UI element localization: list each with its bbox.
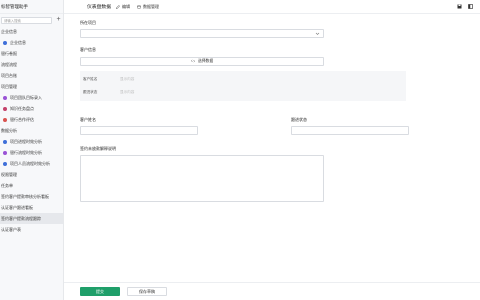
sidebar-item[interactable]: 知识任务盘点 <box>0 103 63 114</box>
notes-label: 签约未放款解释说明 <box>80 146 116 151</box>
sidebar-item-label: 银行流程时效分析 <box>10 150 42 155</box>
sidebar-item[interactable]: 项目人员流程时效分析 <box>0 158 63 169</box>
footer: 提交 保存草稿 <box>64 282 480 300</box>
sidebar-item[interactable]: 流程流程 <box>0 59 63 70</box>
sidebar-item-label: 认证客户表 <box>1 227 21 232</box>
sidebar-item[interactable]: 企业信息 <box>0 37 63 48</box>
sidebar-item-label: 企业信息 <box>1 29 17 34</box>
data-manage-button-label: 数据管理 <box>143 3 159 9</box>
edit-button-label: 编辑 <box>122 3 130 9</box>
sidebar-item-label: 知识任务盘点 <box>10 106 34 111</box>
link-icon <box>191 59 195 63</box>
sidebar-item[interactable]: 项目团队目标录入 <box>0 92 63 103</box>
status-dot-icon <box>3 150 7 155</box>
select-data-button-label: 选择数据 <box>197 59 214 63</box>
info-follow-status-value: 显示内容 <box>120 90 135 94</box>
sidebar-item-label: 项目台账 <box>1 73 17 78</box>
status-dot-icon <box>3 40 7 45</box>
status-dot-icon <box>3 161 7 166</box>
sidebar-item-label: 签约客户提款流程跟踪 <box>1 216 41 221</box>
sidebar-search-row: 请输入搜索 + <box>0 14 63 26</box>
database-icon <box>137 4 141 9</box>
select-data-button[interactable]: 选择数据 <box>80 57 324 66</box>
sidebar-item-label: 银行卷报 <box>1 51 17 56</box>
form: 所在项目 客户信息 选择数据 客户姓名 显示内容 跟进状态 显示内容 <box>80 20 406 101</box>
sidebar-item[interactable]: 认证客户跟进看板 <box>0 202 63 213</box>
edit-icon <box>116 4 120 9</box>
info-row-customer-name: 客户姓名 显示内容 <box>83 77 134 82</box>
sidebar-item-label: 项目进程时效分析 <box>10 139 42 144</box>
sidebar-item-label: 项目管理 <box>1 84 17 89</box>
sidebar-item[interactable]: 签约客户提款审核分析看板 <box>0 191 63 202</box>
notes-field-group: 签约未放款解释说明 <box>80 146 324 202</box>
sidebar-search-input[interactable]: 请输入搜索 <box>1 16 52 24</box>
sidebar-item-label: 项目团队目标录入 <box>10 95 42 100</box>
sidebar-item[interactable]: 认证客户表 <box>0 224 63 235</box>
project-select[interactable] <box>80 29 324 38</box>
notes-textarea[interactable] <box>80 155 324 202</box>
sidebar-item-label: 权限管理 <box>1 172 17 177</box>
edit-button[interactable]: 编辑 <box>116 4 130 10</box>
customer-info-label: 客户信息 <box>80 47 96 52</box>
follow-status-field-group: 跟进状态 <box>291 117 409 135</box>
sidebar-item[interactable]: 项目管理 <box>0 81 63 92</box>
sidebar-item-label: 流程流程 <box>1 62 17 67</box>
sidebar-item[interactable]: 权限管理 <box>0 169 63 180</box>
customer-name-field-label: 客户姓名 <box>80 117 96 122</box>
sidebar-item-label: 认证客户跟进看板 <box>1 205 33 210</box>
follow-status-input[interactable] <box>291 126 409 135</box>
layout-icon[interactable] <box>468 4 473 9</box>
sidebar-item-label: 数据分析 <box>1 128 17 133</box>
toolbar-right <box>457 4 473 9</box>
info-follow-status-label: 跟进状态 <box>83 90 98 94</box>
info-customer-name-label: 客户姓名 <box>83 77 98 81</box>
info-row-follow-status: 跟进状态 显示内容 <box>83 90 134 95</box>
status-dot-icon <box>3 106 7 111</box>
save-draft-button[interactable]: 保存草稿 <box>127 287 167 296</box>
toolbar-title: 仪表盘数据 <box>87 5 111 10</box>
add-button[interactable]: + <box>55 16 62 24</box>
save-icon[interactable] <box>457 4 462 9</box>
sidebar-item[interactable]: 银行卷报 <box>0 48 63 59</box>
sidebar-item[interactable]: 项目进程时效分析 <box>0 136 63 147</box>
sidebar-item[interactable]: 任务单 <box>0 180 63 191</box>
sidebar-item[interactable]: 银行流程时效分析 <box>0 147 63 158</box>
submit-button[interactable]: 提交 <box>80 287 120 296</box>
chevron-down-icon <box>315 32 320 35</box>
sidebar: 标智管理助手 请输入搜索 + 企业信息 企业信息 银行卷报 流程流程 项目台账 项目管理项… <box>0 0 64 300</box>
sidebar-item-label: 企业信息 <box>10 40 26 45</box>
sidebar-item[interactable]: 企业信息 <box>0 26 63 37</box>
customer-name-input[interactable] <box>80 126 198 135</box>
sidebar-item[interactable]: 签约客户提款流程跟踪 <box>0 213 63 224</box>
sidebar-item-label: 签约客户提款审核分析看板 <box>1 194 49 199</box>
app-title: 标智管理助手 <box>0 0 63 14</box>
customer-info-box: 客户姓名 显示内容 跟进状态 显示内容 <box>80 71 406 101</box>
sidebar-item[interactable]: 项目台账 <box>0 70 63 81</box>
toolbar: 仪表盘数据 编辑 数据管理 <box>64 0 480 14</box>
sidebar-item-label: 任务单 <box>1 183 13 188</box>
project-label: 所在项目 <box>80 20 96 25</box>
status-dot-icon <box>3 117 7 122</box>
status-dot-icon <box>3 139 7 144</box>
sidebar-item-label: 项目人员流程时效分析 <box>10 161 50 166</box>
sidebar-item[interactable]: 数据分析 <box>0 125 63 136</box>
sidebar-item[interactable]: 银行合作评估 <box>0 114 63 125</box>
customer-name-field-group: 客户姓名 <box>80 117 198 135</box>
info-customer-name-value: 显示内容 <box>120 77 135 81</box>
status-dot-icon <box>3 95 7 100</box>
follow-status-field-label: 跟进状态 <box>291 117 307 122</box>
sidebar-item-label: 银行合作评估 <box>10 117 34 122</box>
sidebar-nav: 企业信息 企业信息 银行卷报 流程流程 项目台账 项目管理 项目团队目标录入 知识任务盘点 银行… <box>0 26 63 235</box>
data-manage-button[interactable]: 数据管理 <box>137 4 159 10</box>
two-column-fields: 客户姓名 跟进状态 <box>80 117 409 142</box>
